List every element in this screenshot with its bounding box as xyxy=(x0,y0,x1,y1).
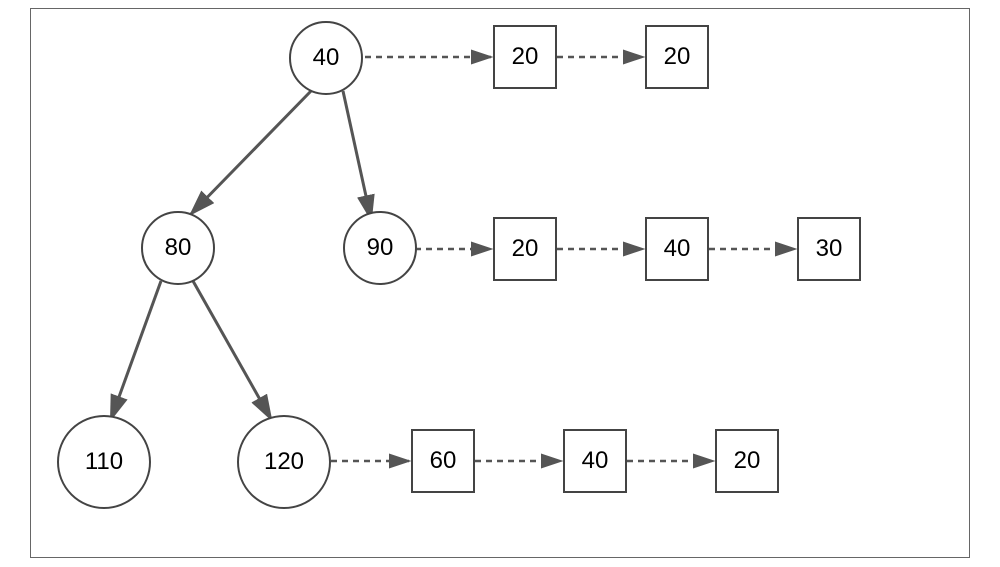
box-b3c: 20 xyxy=(715,429,779,493)
node-110: 110 xyxy=(57,415,151,509)
node-label: 80 xyxy=(165,234,192,262)
node-label: 40 xyxy=(313,44,340,72)
box-label: 20 xyxy=(664,43,691,71)
box-b1b: 20 xyxy=(645,25,709,89)
box-b1a: 20 xyxy=(493,25,557,89)
node-label: 120 xyxy=(264,448,304,476)
node-label: 90 xyxy=(367,234,394,262)
diagram-frame: 40 80 90 110 120 20 20 20 40 30 60 40 20 xyxy=(30,8,970,558)
node-120: 120 xyxy=(237,415,331,509)
edge-40-80 xyxy=(191,91,311,214)
box-b2c: 30 xyxy=(797,217,861,281)
box-b3a: 60 xyxy=(411,429,475,493)
box-b2a: 20 xyxy=(493,217,557,281)
box-label: 60 xyxy=(430,447,457,475)
box-label: 40 xyxy=(664,235,691,263)
node-90: 90 xyxy=(343,211,417,285)
edge-80-110 xyxy=(111,281,161,419)
box-label: 40 xyxy=(582,447,609,475)
box-b3b: 40 xyxy=(563,429,627,493)
box-label: 20 xyxy=(734,447,761,475)
node-80: 80 xyxy=(141,211,215,285)
node-label: 110 xyxy=(85,448,123,476)
edge-40-90 xyxy=(343,91,371,219)
node-40: 40 xyxy=(289,21,363,95)
box-b2b: 40 xyxy=(645,217,709,281)
box-label: 30 xyxy=(816,235,843,263)
edge-80-120 xyxy=(193,281,271,419)
box-label: 20 xyxy=(512,43,539,71)
box-label: 20 xyxy=(512,235,539,263)
